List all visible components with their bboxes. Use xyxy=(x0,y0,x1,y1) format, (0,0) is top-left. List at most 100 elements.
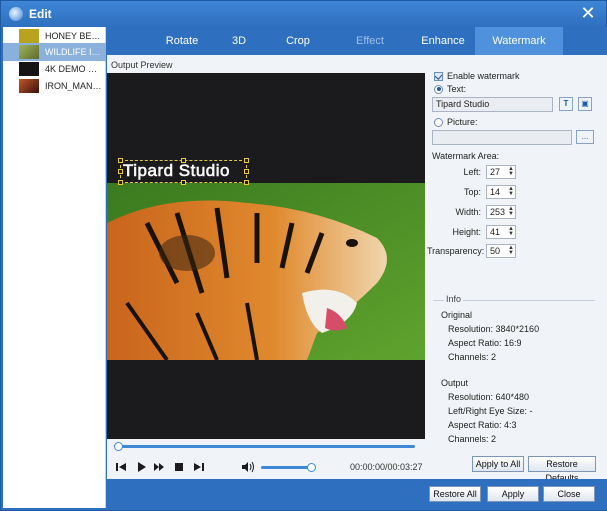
original-channels: Channels: 2 xyxy=(448,352,497,362)
enable-watermark-row[interactable]: Enable watermark xyxy=(434,71,520,81)
playback-time: 00:00:00/00:03:27 xyxy=(350,462,423,472)
tab-rotate[interactable]: Rotate xyxy=(157,27,207,55)
transparency-stepper[interactable]: 50 ▲ ▼ xyxy=(486,244,516,258)
transparency-label: Transparency: xyxy=(427,246,485,256)
timeline-knob[interactable] xyxy=(114,442,123,451)
stepper-arrows-icon[interactable]: ▲ ▼ xyxy=(508,186,514,197)
close-icon[interactable]: ✕ xyxy=(578,4,598,24)
resize-handle[interactable] xyxy=(118,180,123,185)
video-preview: Tipard Studio xyxy=(107,73,425,439)
resize-handle[interactable] xyxy=(181,180,186,185)
tab-3d[interactable]: 3D xyxy=(219,27,259,55)
thumbnail-icon xyxy=(19,79,39,93)
tab-enhance[interactable]: Enhance xyxy=(413,27,473,55)
top-value: 14 xyxy=(490,187,501,197)
height-stepper[interactable]: 41 ▲ ▼ xyxy=(486,225,516,239)
enable-watermark-label: Enable watermark xyxy=(447,71,520,81)
stepper-arrows-icon[interactable]: ▲ ▼ xyxy=(508,166,514,177)
output-aspect-ratio: Aspect Ratio: 4:3 xyxy=(448,420,517,430)
watermark-overlay-text: Tipard Studio xyxy=(123,161,230,181)
resize-handle[interactable] xyxy=(244,158,249,163)
watermark-text-input[interactable]: Tipard Studio xyxy=(432,97,553,112)
enable-watermark-checkbox[interactable] xyxy=(434,71,443,81)
restore-defaults-button[interactable]: Restore Defaults xyxy=(528,456,596,483)
playback-controls: 00:00:00/00:03:27 xyxy=(107,457,425,477)
file-name: IRON_MAN_3... xyxy=(45,81,103,91)
original-resolution: Resolution: 3840*2160 xyxy=(448,324,540,334)
edit-content: Output Preview Tipard Studio 00:00:00/00… xyxy=(107,55,607,483)
thumbnail-icon xyxy=(19,62,39,76)
height-value: 41 xyxy=(490,227,501,237)
picture-radio[interactable] xyxy=(434,117,443,127)
text-radio[interactable] xyxy=(434,84,443,94)
original-label: Original xyxy=(441,310,473,320)
window-title: Edit xyxy=(29,7,52,21)
width-label: Width: xyxy=(455,207,481,217)
resize-handle[interactable] xyxy=(181,158,186,163)
picture-path-input[interactable] xyxy=(432,130,572,145)
skip-back-icon[interactable] xyxy=(115,461,127,473)
left-value: 27 xyxy=(490,167,501,177)
stepper-arrows-icon[interactable]: ▲ ▼ xyxy=(508,226,514,237)
file-item-wildlife[interactable]: WILDLIFE IN 4... xyxy=(3,43,106,61)
tab-effect[interactable]: Effect xyxy=(343,27,397,55)
output-channels: Channels: 2 xyxy=(448,434,497,444)
volume-icon[interactable] xyxy=(241,461,255,473)
watermark-selection-box[interactable]: Tipard Studio xyxy=(118,158,249,185)
file-name: 4K DEMO ULT... xyxy=(45,64,103,74)
volume-slider[interactable] xyxy=(261,463,316,472)
text-option-label: Text: xyxy=(447,84,467,94)
title-bar: Edit ✕ xyxy=(1,1,606,27)
apply-to-all-button[interactable]: Apply to All xyxy=(472,456,524,472)
app-icon xyxy=(9,7,23,21)
skip-forward-icon[interactable] xyxy=(193,461,205,473)
info-title: Info xyxy=(444,294,464,304)
fast-forward-icon[interactable] xyxy=(153,461,165,473)
left-stepper[interactable]: 27 ▲ ▼ xyxy=(486,165,516,179)
height-label: Height: xyxy=(452,227,481,237)
picture-option-label: Picture: xyxy=(447,117,478,127)
thumbnail-icon xyxy=(19,45,39,59)
stop-icon[interactable] xyxy=(173,461,185,473)
tab-bar: Rotate 3D Crop Effect Enhance Watermark xyxy=(107,27,607,55)
dialog-footer: Restore All Apply Close xyxy=(107,479,607,510)
file-name: WILDLIFE IN 4... xyxy=(45,47,103,57)
apply-button[interactable]: Apply xyxy=(487,486,539,502)
width-stepper[interactable]: 253 ▲ ▼ xyxy=(486,205,516,219)
text-option-row[interactable]: Text: xyxy=(434,84,466,94)
play-icon[interactable] xyxy=(135,461,147,473)
stepper-arrows-icon[interactable]: ▲ ▼ xyxy=(508,245,514,256)
text-color-icon[interactable]: ▣ xyxy=(578,97,592,111)
resize-handle[interactable] xyxy=(118,158,123,163)
watermark-area-label: Watermark Area: xyxy=(432,151,500,161)
tab-crop[interactable]: Crop xyxy=(275,27,321,55)
top-label: Top: xyxy=(463,187,481,197)
left-label: Left: xyxy=(463,167,481,177)
text-style-icon[interactable]: T xyxy=(559,97,573,111)
file-item-4k-demo[interactable]: 4K DEMO ULT... xyxy=(3,60,106,78)
width-value: 253 xyxy=(490,207,506,217)
restore-all-button[interactable]: Restore All xyxy=(429,486,481,502)
output-label: Output xyxy=(441,378,469,388)
playback-timeline[interactable] xyxy=(114,442,415,451)
stepper-arrows-icon[interactable]: ▲ ▼ xyxy=(508,206,514,217)
browse-button[interactable]: ... xyxy=(576,130,594,144)
top-stepper[interactable]: 14 ▲ ▼ xyxy=(486,185,516,199)
output-preview-label: Output Preview xyxy=(111,60,173,70)
tab-watermark[interactable]: Watermark xyxy=(475,27,563,55)
resize-handle[interactable] xyxy=(118,169,123,174)
transparency-value: 50 xyxy=(490,246,501,256)
output-eye-size: Left/Right Eye Size: - xyxy=(448,406,533,416)
close-button[interactable]: Close xyxy=(543,486,595,502)
thumbnail-icon xyxy=(19,29,39,43)
volume-knob[interactable] xyxy=(307,463,316,472)
resize-handle[interactable] xyxy=(244,180,249,185)
file-item-iron-man[interactable]: IRON_MAN_3... xyxy=(3,77,106,95)
resize-handle[interactable] xyxy=(244,169,249,174)
file-name: HONEY BEES ... xyxy=(45,31,103,41)
video-frame xyxy=(107,183,425,360)
original-aspect-ratio: Aspect Ratio: 16:9 xyxy=(448,338,522,348)
output-resolution: Resolution: 640*480 xyxy=(448,392,530,402)
edit-window: Edit ✕ HONEY BEES ... WILDLIFE IN 4... 4… xyxy=(0,0,607,511)
picture-option-row[interactable]: Picture: xyxy=(434,117,478,127)
